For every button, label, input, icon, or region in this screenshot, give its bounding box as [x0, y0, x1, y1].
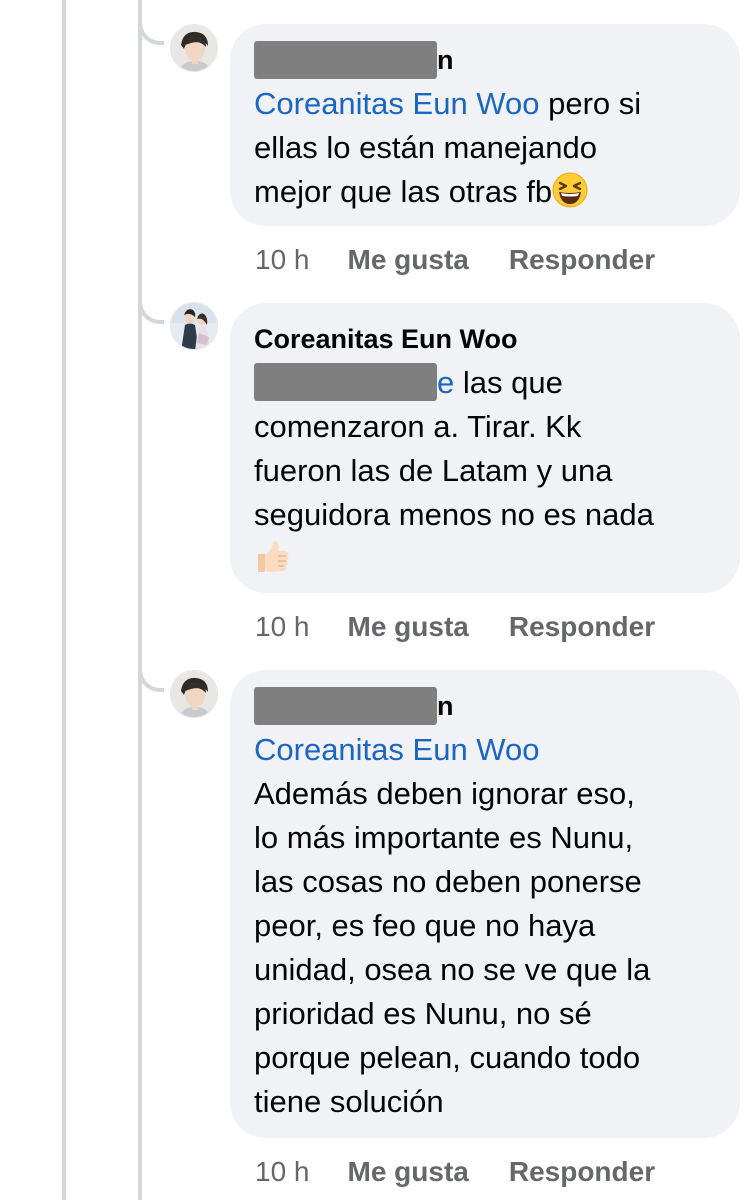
thread-line-outer — [62, 0, 66, 1200]
redacted-name-block — [254, 687, 437, 725]
author-name-visible: n — [437, 45, 454, 75]
comment-bubble: n Coreanitas Eun Woo pero si ellas lo es… — [230, 24, 740, 226]
grinning-squinting-face-icon — [552, 172, 588, 220]
comment-author[interactable]: Coreanitas Eun Woo — [254, 317, 716, 361]
like-button[interactable]: Me gusta — [348, 1156, 469, 1188]
timestamp[interactable]: 10 h — [255, 611, 310, 643]
comment-author[interactable]: n — [254, 684, 716, 728]
avatar[interactable] — [170, 302, 218, 350]
comment-actions: 10 h Me gusta Responder — [255, 1152, 695, 1192]
redacted-mention-block — [254, 363, 437, 401]
like-button[interactable]: Me gusta — [348, 611, 469, 643]
reply-button[interactable]: Responder — [509, 611, 655, 643]
comment-author[interactable]: n — [254, 38, 716, 82]
comment-bubble: n Coreanitas Eun Woo Además deben ignora… — [230, 670, 740, 1138]
like-button[interactable]: Me gusta — [348, 244, 469, 276]
avatar[interactable] — [170, 24, 218, 72]
mention-link[interactable]: Coreanitas Eun Woo — [254, 86, 539, 121]
comment-actions: 10 h Me gusta Responder — [255, 607, 695, 647]
comment-text: Coreanitas Eun Woo pero si ellas lo está… — [254, 82, 716, 220]
thread-line-inner — [138, 0, 142, 1200]
mention-link[interactable]: Coreanitas Eun Woo — [254, 732, 539, 767]
author-name-visible: n — [437, 691, 454, 721]
comment-actions: 10 h Me gusta Responder — [255, 240, 695, 280]
reply-button[interactable]: Responder — [509, 244, 655, 276]
redacted-name-block — [254, 41, 437, 79]
author-name: Coreanitas Eun Woo — [254, 324, 518, 354]
thumbs-up-icon — [254, 537, 290, 587]
timestamp[interactable]: 10 h — [255, 1156, 310, 1188]
comment-text: Coreanitas Eun Woo Además deben ignorar … — [254, 732, 651, 1119]
mention-link[interactable]: e — [437, 365, 454, 400]
comment-bubble: Coreanitas Eun Woo e las que comenzaron … — [230, 303, 740, 593]
timestamp[interactable]: 10 h — [255, 244, 310, 276]
reply-button[interactable]: Responder — [509, 1156, 655, 1188]
comment-text: e las que comenzaron a. Tirar. Kk fueron… — [254, 361, 716, 587]
avatar[interactable] — [170, 670, 218, 718]
